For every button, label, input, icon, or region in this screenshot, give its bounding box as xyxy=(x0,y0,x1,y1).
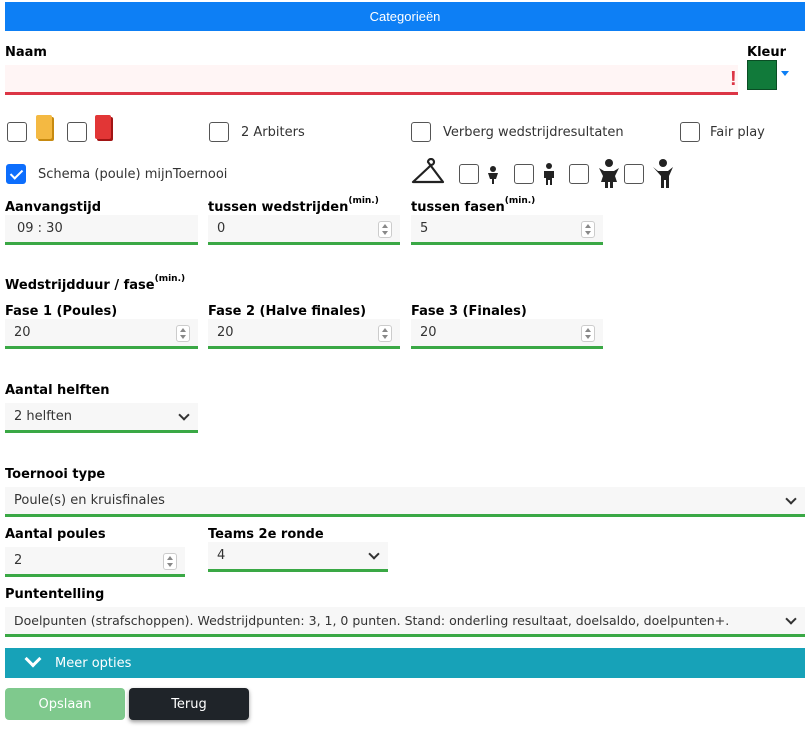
toddler-icon xyxy=(488,166,498,184)
child-icon xyxy=(544,163,554,185)
tussen-wedstrijden-label: tussen wedstrijden(min.) xyxy=(208,196,379,215)
aanvangstijd-label: Aanvangstijd xyxy=(5,200,102,215)
schema-label: Schema (poule) mijnToernooi xyxy=(38,167,228,182)
spinner-icon[interactable] xyxy=(163,553,177,570)
helften-select[interactable]: 2 helften xyxy=(5,403,198,433)
verberg-label: Verberg wedstrijdresultaten xyxy=(443,125,624,140)
toernooi-type-label: Toernooi type xyxy=(5,467,106,482)
girl-icon xyxy=(599,159,619,188)
age-3-checkbox[interactable] xyxy=(569,164,589,184)
spinner-icon[interactable] xyxy=(378,325,392,342)
fase3-label: Fase 3 (Finales) xyxy=(411,304,527,319)
age-4-checkbox[interactable] xyxy=(624,164,644,184)
caret-down-icon[interactable] xyxy=(781,71,789,76)
chevron-down-icon xyxy=(785,613,797,625)
age-2-checkbox[interactable] xyxy=(514,164,534,184)
helften-label: Aantal helften xyxy=(5,383,110,398)
spinner-icon[interactable] xyxy=(378,221,392,238)
header-bar: Categorieën xyxy=(5,2,805,31)
page-title: Categorieën xyxy=(369,9,441,24)
teams-ronde-label: Teams 2e ronde xyxy=(208,527,324,542)
aantal-poules-label: Aantal poules xyxy=(5,527,106,542)
chevron-down-icon xyxy=(24,650,42,668)
puntentelling-select[interactable]: Doelpunten (strafschoppen). Wedstrijdpun… xyxy=(5,607,805,637)
toernooi-type-select[interactable]: Poule(s) en kruisfinales xyxy=(5,487,805,517)
spinner-icon[interactable] xyxy=(581,221,595,238)
chevron-down-icon xyxy=(785,493,797,505)
save-button[interactable]: Opslaan xyxy=(5,688,125,720)
fase1-label: Fase 1 (Poules) xyxy=(5,304,118,319)
age-1-checkbox[interactable] xyxy=(459,164,479,184)
teams-ronde-select[interactable]: 4 xyxy=(208,542,388,572)
wedstrijdduur-label: Wedstrijdduur / fase(min.) xyxy=(5,274,186,293)
fase3-input[interactable]: 20 xyxy=(411,319,603,349)
fase2-input[interactable]: 20 xyxy=(208,319,400,349)
red-card-checkbox[interactable] xyxy=(67,122,87,142)
naam-input[interactable] xyxy=(5,65,738,95)
tussen-fasen-label: tussen fasen(min.) xyxy=(411,196,536,215)
spinner-icon[interactable] xyxy=(581,325,595,342)
verberg-checkbox[interactable] xyxy=(411,122,431,142)
hanger-icon xyxy=(411,158,445,184)
boy-icon xyxy=(653,159,673,188)
chevron-down-icon xyxy=(178,409,190,421)
red-card-icon xyxy=(95,115,111,139)
kleur-label: Kleur xyxy=(747,45,787,60)
fase2-label: Fase 2 (Halve finales) xyxy=(208,304,367,319)
puntentelling-label: Puntentelling xyxy=(5,587,105,602)
schema-checkbox[interactable] xyxy=(6,164,26,184)
yellow-card-icon xyxy=(36,115,52,139)
tussen-wedstrijden-input[interactable]: 0 xyxy=(208,215,400,245)
spinner-icon[interactable] xyxy=(176,325,190,342)
back-button[interactable]: Terug xyxy=(129,688,249,720)
meer-opties-toggle[interactable]: Meer opties xyxy=(5,648,805,678)
yellow-card-checkbox[interactable] xyxy=(7,122,27,142)
aanvangstijd-input[interactable]: 09 : 30 xyxy=(5,215,198,245)
fairplay-checkbox[interactable] xyxy=(680,122,700,142)
color-picker[interactable] xyxy=(747,60,777,90)
naam-label: Naam xyxy=(5,45,47,60)
chevron-down-icon xyxy=(368,548,380,560)
aantal-poules-input[interactable]: 2 xyxy=(5,547,185,577)
arbiters-label: 2 Arbiters xyxy=(241,125,305,140)
tussen-fasen-input[interactable]: 5 xyxy=(411,215,603,245)
fairplay-label: Fair play xyxy=(710,125,765,140)
fase1-input[interactable]: 20 xyxy=(5,319,198,349)
error-icon: ! xyxy=(730,68,737,90)
arbiters-checkbox[interactable] xyxy=(209,122,229,142)
